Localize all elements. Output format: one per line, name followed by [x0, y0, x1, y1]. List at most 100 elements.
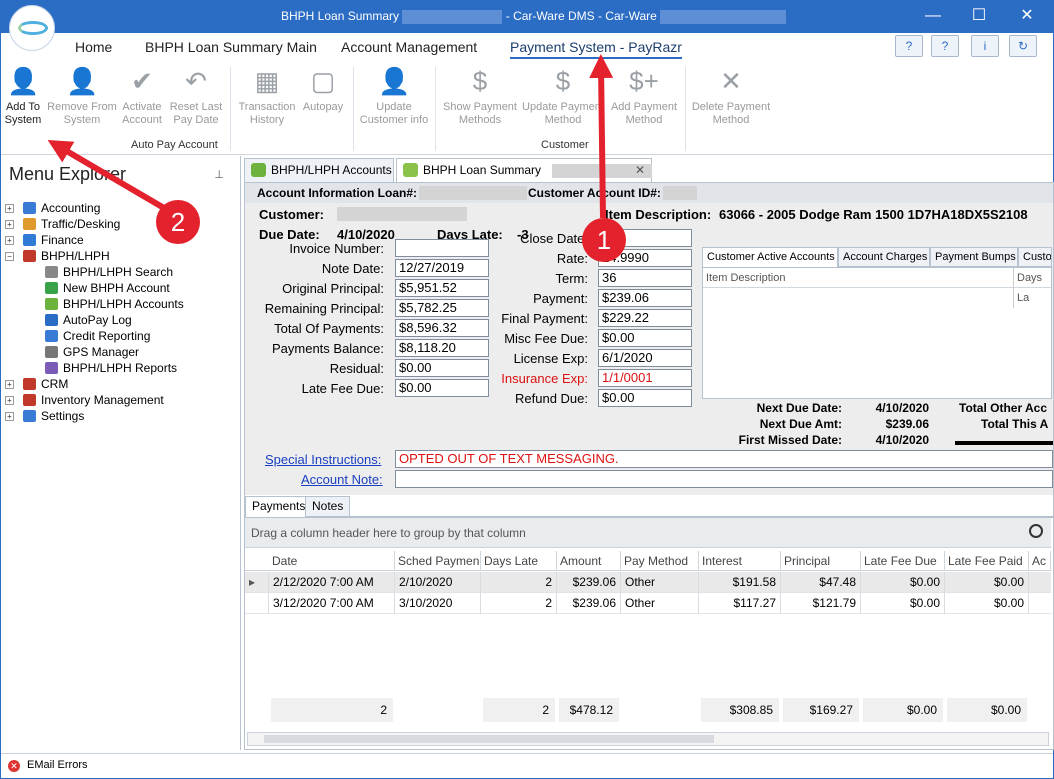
- ribbon-tab-payment-system[interactable]: Payment System - PayRazr: [510, 39, 682, 59]
- help-icon[interactable]: ?: [895, 35, 923, 57]
- field-value[interactable]: $0.00: [598, 329, 692, 347]
- transaction-history-button[interactable]: ▦ Transaction History: [237, 65, 297, 127]
- field-value[interactable]: $229.22: [598, 309, 692, 327]
- pin-icon[interactable]: ⊥: [214, 168, 224, 181]
- expand-icon[interactable]: +: [5, 204, 14, 213]
- horizontal-scrollbar[interactable]: [247, 732, 1049, 746]
- minimize-button[interactable]: —: [911, 1, 955, 31]
- footer-total: $169.27: [783, 698, 859, 722]
- tab-custom[interactable]: Custo: [1018, 247, 1052, 267]
- field-value[interactable]: $0.00: [395, 379, 489, 397]
- email-errors-label[interactable]: EMail Errors: [27, 759, 88, 771]
- update-payment-method-button[interactable]: $ Update Payment Method: [521, 65, 605, 127]
- group-by-area[interactable]: Drag a column header here to group by th…: [245, 518, 1051, 548]
- show-payment-methods-button[interactable]: $ Show Payment Methods: [443, 65, 517, 127]
- menu-item-crm[interactable]: + CRM: [5, 376, 239, 392]
- activate-account-button[interactable]: ✔ Activate Account: [119, 65, 165, 127]
- menu-item-label: CRM: [41, 377, 69, 391]
- autopay-button[interactable]: ▢ Autopay: [301, 65, 345, 114]
- menu-item-bhph-lhph[interactable]: − BHPH/LHPH: [5, 248, 239, 264]
- tab-payment-bumps[interactable]: Payment Bumps: [930, 247, 1018, 267]
- menu-item-icon: [23, 410, 36, 422]
- summary-label: Next Due Amt:: [759, 417, 842, 431]
- field-value[interactable]: $0.00: [598, 389, 692, 407]
- field-value[interactable]: $5,951.52: [395, 279, 489, 297]
- field-value[interactable]: $8,118.20: [395, 339, 489, 357]
- menu-item-accounting[interactable]: + Accounting: [5, 200, 239, 216]
- expand-icon[interactable]: −: [5, 252, 14, 261]
- menu-item-icon: [23, 378, 36, 390]
- column-header[interactable]: Late Fee Paid: [945, 551, 1029, 571]
- doc-tab-bhph-accounts[interactable]: BHPH/LHPH Accounts: [244, 158, 394, 182]
- account-note-link[interactable]: Account Note:: [301, 472, 383, 487]
- expand-icon[interactable]: +: [5, 220, 14, 229]
- account-note-field[interactable]: [395, 470, 1053, 488]
- maximize-button[interactable]: ☐: [957, 1, 1001, 31]
- expand-icon[interactable]: +: [5, 236, 14, 245]
- column-header[interactable]: Ac: [1029, 551, 1051, 571]
- menu-item-bhph-lhph-reports[interactable]: BHPH/LHPH Reports: [5, 360, 239, 376]
- expand-icon[interactable]: +: [5, 412, 14, 421]
- ribbon-tab-home[interactable]: Home: [75, 39, 112, 55]
- summary-total-label: Total Other Acc: [959, 401, 1048, 415]
- ribbon-tab-account-management[interactable]: Account Management: [341, 39, 477, 55]
- column-header[interactable]: Date: [269, 551, 395, 571]
- field-value[interactable]: [395, 239, 489, 257]
- info-icon[interactable]: i: [971, 35, 999, 57]
- update-customer-info-button[interactable]: 👤 Update Customer info: [359, 65, 429, 127]
- app-logo[interactable]: [9, 5, 55, 51]
- footer-total: $0.00: [947, 698, 1027, 722]
- tab-account-charges[interactable]: Account Charges: [838, 247, 930, 267]
- refresh-icon[interactable]: ↻: [1009, 35, 1037, 57]
- field-value[interactable]: $0.00: [395, 359, 489, 377]
- menu-item-credit-reporting[interactable]: Credit Reporting: [5, 328, 239, 344]
- menu-item-new-bhph-account[interactable]: New BHPH Account: [5, 280, 239, 296]
- field-value[interactable]: 36: [598, 269, 692, 287]
- column-header[interactable]: Principal: [781, 551, 861, 571]
- field-value[interactable]: 6/1/2020: [598, 349, 692, 367]
- menu-item-autopay-log[interactable]: AutoPay Log: [5, 312, 239, 328]
- menu-item-traffic-desking[interactable]: + Traffic/Desking: [5, 216, 239, 232]
- field-value[interactable]: $8,596.32: [395, 319, 489, 337]
- title-bar: BHPH Loan Summary - Car-Ware DMS - Car-W…: [1, 1, 1053, 33]
- column-header[interactable]: Pay Method: [621, 551, 699, 571]
- tab-payments[interactable]: Payments: [245, 496, 313, 517]
- close-tab-icon[interactable]: ✕: [635, 159, 645, 181]
- search-icon[interactable]: [1029, 524, 1043, 538]
- add-to-system-button[interactable]: 👤 Add To System: [1, 65, 45, 127]
- table-row[interactable]: ▸ 2/12/2020 7:00 AM 2/10/2020 2 $239.06 Other…: [245, 572, 1051, 593]
- menu-item-gps-manager[interactable]: GPS Manager: [5, 344, 239, 360]
- delete-payment-method-button[interactable]: ✕ Delete Payment Method: [691, 65, 771, 127]
- ribbon-tab-loan-summary[interactable]: BHPH Loan Summary Main: [145, 39, 317, 55]
- doc-tab-loan-summary[interactable]: BHPH Loan Summary ✕: [396, 158, 653, 182]
- column-header[interactable]: Late Fee Due: [861, 551, 945, 571]
- field-value[interactable]: 12/27/2019: [395, 259, 489, 277]
- remove-user-icon: 👤: [66, 66, 99, 96]
- remove-from-system-button[interactable]: 👤 Remove From System: [47, 65, 117, 127]
- ledger-icon: ▦: [254, 66, 280, 96]
- tab-customer-active-accounts[interactable]: Customer Active Accounts: [702, 247, 838, 267]
- table-row[interactable]: 3/12/2020 7:00 AM 3/10/2020 2 $239.06 Other $…: [245, 593, 1051, 614]
- field-value[interactable]: 1/1/0001: [598, 369, 692, 387]
- menu-item-bhph-lhph-accounts[interactable]: BHPH/LHPH Accounts: [5, 296, 239, 312]
- support-chat-icon[interactable]: ?: [931, 35, 959, 57]
- field-value[interactable]: $239.06: [598, 289, 692, 307]
- add-payment-method-button[interactable]: $+ Add Payment Method: [609, 65, 679, 127]
- column-header[interactable]: Amount: [557, 551, 621, 571]
- menu-item-bhph-lhph-search[interactable]: BHPH/LHPH Search: [5, 264, 239, 280]
- column-header[interactable]: Days Late: [481, 551, 557, 571]
- field-value[interactable]: $5,782.25: [395, 299, 489, 317]
- column-header[interactable]: Sched Paymen...: [395, 551, 481, 571]
- menu-item-settings[interactable]: + Settings: [5, 408, 239, 424]
- close-button[interactable]: ✕: [1005, 1, 1049, 31]
- expand-icon[interactable]: +: [5, 396, 14, 405]
- user-edit-icon: 👤: [378, 66, 411, 96]
- expand-icon[interactable]: +: [5, 380, 14, 389]
- menu-item-finance[interactable]: + Finance: [5, 232, 239, 248]
- special-instructions-link[interactable]: Special Instructions:: [265, 452, 381, 467]
- reset-last-pay-date-button[interactable]: ↶ Reset Last Pay Date: [169, 65, 223, 127]
- column-header[interactable]: Interest: [699, 551, 781, 571]
- menu-item-inventory-management[interactable]: + Inventory Management: [5, 392, 239, 408]
- tab-notes[interactable]: Notes: [305, 496, 351, 517]
- special-instructions-field[interactable]: OPTED OUT OF TEXT MESSAGING.: [395, 450, 1053, 468]
